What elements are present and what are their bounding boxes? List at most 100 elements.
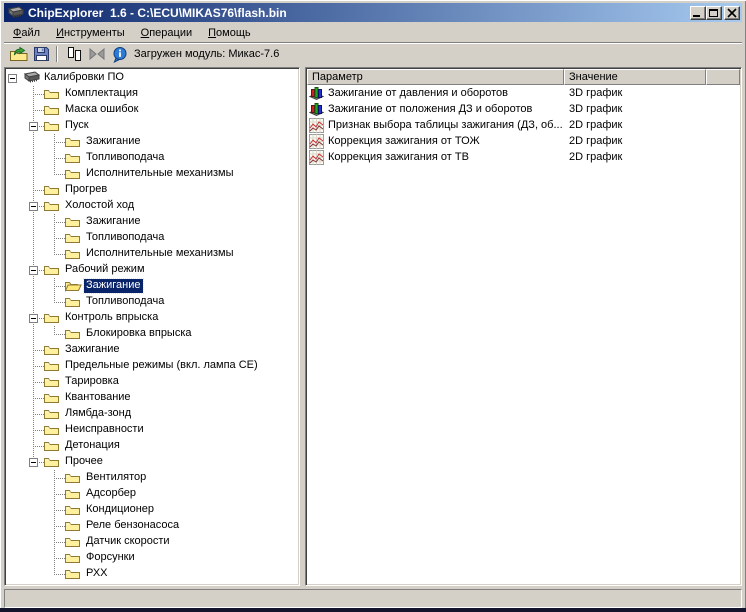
tree-node-label[interactable]: Форсунки — [84, 551, 137, 565]
tree-node[interactable]: Зажигание — [7, 214, 299, 230]
tree-node-label[interactable]: Зажигание — [84, 215, 143, 229]
tree-node[interactable]: Зажигание — [7, 342, 299, 358]
tree-guide-line — [33, 406, 34, 414]
tree-node-label[interactable]: Неисправности — [63, 423, 146, 437]
tree-node-label[interactable]: Пуск — [63, 119, 91, 133]
tree-node[interactable]: Неисправности — [7, 422, 299, 438]
title-bar[interactable]: ChipExplorer 1.6 - C:\ECU\MIKAS76\flash.… — [4, 3, 742, 22]
close-button[interactable] — [724, 5, 740, 20]
table-row[interactable]: Коррекция зажигания от ТВ 2D график — [307, 149, 740, 165]
tree-node-label[interactable]: Холостой ход — [63, 199, 136, 213]
tree-node-label[interactable]: Комплектация — [63, 87, 140, 101]
tree-expander-icon[interactable] — [29, 122, 38, 131]
tree-node-label[interactable]: Зажигание — [63, 343, 122, 357]
tree-node-label[interactable]: Калибровки ПО — [42, 71, 126, 85]
menu-item-2[interactable]: Операции — [133, 25, 200, 41]
tree-guide-line — [33, 182, 34, 190]
table-row[interactable]: Зажигание от положения ДЗ и оборотов 3D г… — [307, 101, 740, 117]
tree-node[interactable]: Холостой ход — [7, 198, 299, 214]
tree-node[interactable]: Вентилятор — [7, 470, 299, 486]
tree-expander-icon[interactable] — [29, 266, 38, 275]
tree-node-label[interactable]: Тарировка — [63, 375, 121, 389]
tree-node[interactable]: Форсунки — [7, 550, 299, 566]
tree-node[interactable]: Пуск — [7, 118, 299, 134]
tree-node-label[interactable]: Блокировка впрыска — [84, 327, 194, 341]
tree-node[interactable]: Комплектация — [7, 86, 299, 102]
tree-node[interactable]: Блокировка впрыска — [7, 326, 299, 342]
tree-node[interactable]: Топливоподача — [7, 294, 299, 310]
tree-node-label[interactable]: Прочее — [63, 455, 105, 469]
tree-expander-icon[interactable] — [8, 74, 17, 83]
tree-node-label[interactable]: Контроль впрыска — [63, 311, 160, 325]
menu-item-0[interactable]: Файл — [5, 25, 48, 41]
tree-node[interactable]: Предельные режимы (вкл. лампа CE) — [7, 358, 299, 374]
tree-node-label[interactable]: Прогрев — [63, 183, 109, 197]
tree-node[interactable]: Прочее — [7, 454, 299, 470]
calibration-tree-panel[interactable]: Калибровки ПО Комплектация Маска ошибок Пус… — [4, 67, 300, 586]
tree-node[interactable]: Тарировка — [7, 374, 299, 390]
tree-node-label[interactable]: Кондиционер — [84, 503, 156, 517]
tree-node[interactable]: Исполнительные механизмы — [7, 246, 299, 262]
tree-node[interactable]: Кондиционер — [7, 502, 299, 518]
tree-node[interactable]: Рабочий режим — [7, 262, 299, 278]
maximize-button[interactable] — [706, 5, 722, 20]
tree-node[interactable]: Зажигание — [7, 134, 299, 150]
tree-guide-line — [33, 350, 44, 351]
tree-node-label[interactable]: Исполнительные механизмы — [84, 167, 236, 181]
tree-expander-icon[interactable] — [29, 458, 38, 467]
tree-node-label[interactable]: Квантование — [63, 391, 133, 405]
tree-node-label[interactable]: Топливоподача — [84, 231, 166, 245]
toolbar-separator — [56, 46, 58, 62]
menu-item-3[interactable]: Помощь — [200, 25, 259, 41]
menu-item-1[interactable]: Инструменты — [48, 25, 133, 41]
tree-guide-line — [33, 422, 34, 430]
column-header-value[interactable]: Значение — [564, 69, 706, 85]
tree-node[interactable]: Реле бензонасоса — [7, 518, 299, 534]
tree-node-label[interactable]: Предельные режимы (вкл. лампа CE) — [63, 359, 260, 373]
table-row[interactable]: Зажигание от давления и оборотов 3D графи… — [307, 85, 740, 101]
tree-expander-icon[interactable] — [29, 314, 38, 323]
folder-icon — [65, 471, 83, 485]
tree-node-label[interactable]: Реле бензонасоса — [84, 519, 181, 533]
parameter-label: Коррекция зажигания от ТВ — [328, 151, 469, 163]
tree-node[interactable]: РХХ — [7, 566, 299, 582]
tree-node-label[interactable]: Датчик скорости — [84, 535, 172, 549]
save-button[interactable] — [30, 44, 53, 64]
tree-node-label[interactable]: Лямбда-зонд — [63, 407, 133, 421]
compare-button[interactable] — [62, 44, 85, 64]
tree-node-label[interactable]: Зажигание — [83, 278, 144, 294]
tree-node-label[interactable]: Топливоподача — [84, 295, 166, 309]
info-button[interactable] — [108, 44, 131, 64]
tree-node[interactable]: Лямбда-зонд — [7, 406, 299, 422]
tree-node[interactable]: Маска ошибок — [7, 102, 299, 118]
tree-guide-line — [54, 302, 65, 303]
column-header-parameter[interactable]: Параметр — [307, 69, 564, 85]
tree-node[interactable]: Калибровки ПО — [7, 70, 299, 86]
tree-node[interactable]: Датчик скорости — [7, 534, 299, 550]
table-row[interactable]: Коррекция зажигания от ТОЖ 2D график — [307, 133, 740, 149]
tree-node-label[interactable]: Вентилятор — [84, 471, 148, 485]
tree-node-label[interactable]: Зажигание — [84, 135, 143, 149]
minimize-button[interactable] — [690, 5, 706, 20]
tree-node-label[interactable]: Топливоподача — [84, 151, 166, 165]
tree-node[interactable]: Детонация — [7, 438, 299, 454]
toolbar: Загружен модуль: Микас-7.6 — [4, 42, 742, 65]
tree-node[interactable]: Топливоподача — [7, 150, 299, 166]
tree-node-label[interactable]: Рабочий режим — [63, 263, 147, 277]
tree-node-label[interactable]: РХХ — [84, 567, 110, 581]
tree-node-label[interactable]: Детонация — [63, 439, 122, 453]
tree-node[interactable]: Зажигание — [7, 278, 299, 294]
tree-node[interactable]: Контроль впрыска — [7, 310, 299, 326]
close-icon — [727, 7, 737, 18]
tree-node[interactable]: Прогрев — [7, 182, 299, 198]
table-row[interactable]: Признак выбора таблицы зажигания (ДЗ, об… — [307, 117, 740, 133]
tree-node-label[interactable]: Исполнительные механизмы — [84, 247, 236, 261]
tree-node[interactable]: Топливоподача — [7, 230, 299, 246]
tree-node[interactable]: Исполнительные механизмы — [7, 166, 299, 182]
tree-node[interactable]: Квантование — [7, 390, 299, 406]
open-button[interactable] — [7, 44, 30, 64]
tree-node[interactable]: Адсорбер — [7, 486, 299, 502]
tree-expander-icon[interactable] — [29, 202, 38, 211]
tree-node-label[interactable]: Адсорбер — [84, 487, 138, 501]
tree-node-label[interactable]: Маска ошибок — [63, 103, 140, 117]
